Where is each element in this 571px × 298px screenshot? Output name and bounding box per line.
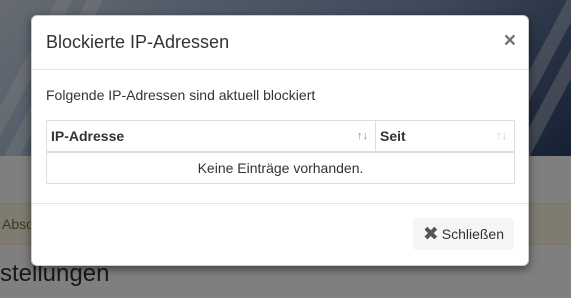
blocked-ips-dialog: Blockierte IP-Adressen × Folgende IP-Adr… — [31, 15, 529, 266]
sort-icon: ↑↓ — [357, 130, 369, 142]
column-header-ip-address[interactable]: IP-Adresse ↑↓ — [45, 120, 377, 153]
column-header-label: IP-Adresse — [51, 128, 125, 144]
modal-body: Folgende IP-Adressen sind aktuell blocki… — [32, 70, 528, 205]
close-icon[interactable]: × — [504, 30, 516, 51]
table-row: Keine Einträge vorhanden. — [46, 151, 515, 184]
sort-icon: ↑↓ — [496, 130, 507, 142]
modal-title: Blockierte IP-Adressen — [46, 32, 230, 52]
empty-table-message: Keine Einträge vorhanden. — [46, 151, 515, 184]
close-button-label: Schließen — [441, 226, 504, 242]
column-header-label: Seit — [380, 128, 406, 144]
modal-footer: ✖ Schließen — [32, 203, 528, 265]
intro-text: Folgende IP-Adressen sind aktuell blocki… — [46, 87, 316, 103]
blocked-ips-table: IP-Adresse ↑↓ Seit ↑↓ Keine Einträge vor… — [45, 120, 515, 184]
column-header-since[interactable]: Seit ↑↓ — [375, 120, 515, 153]
modal-header: Blockierte IP-Adressen × — [32, 16, 528, 70]
times-icon: ✖ — [422, 223, 439, 245]
close-button[interactable]: ✖ Schließen — [412, 218, 514, 250]
